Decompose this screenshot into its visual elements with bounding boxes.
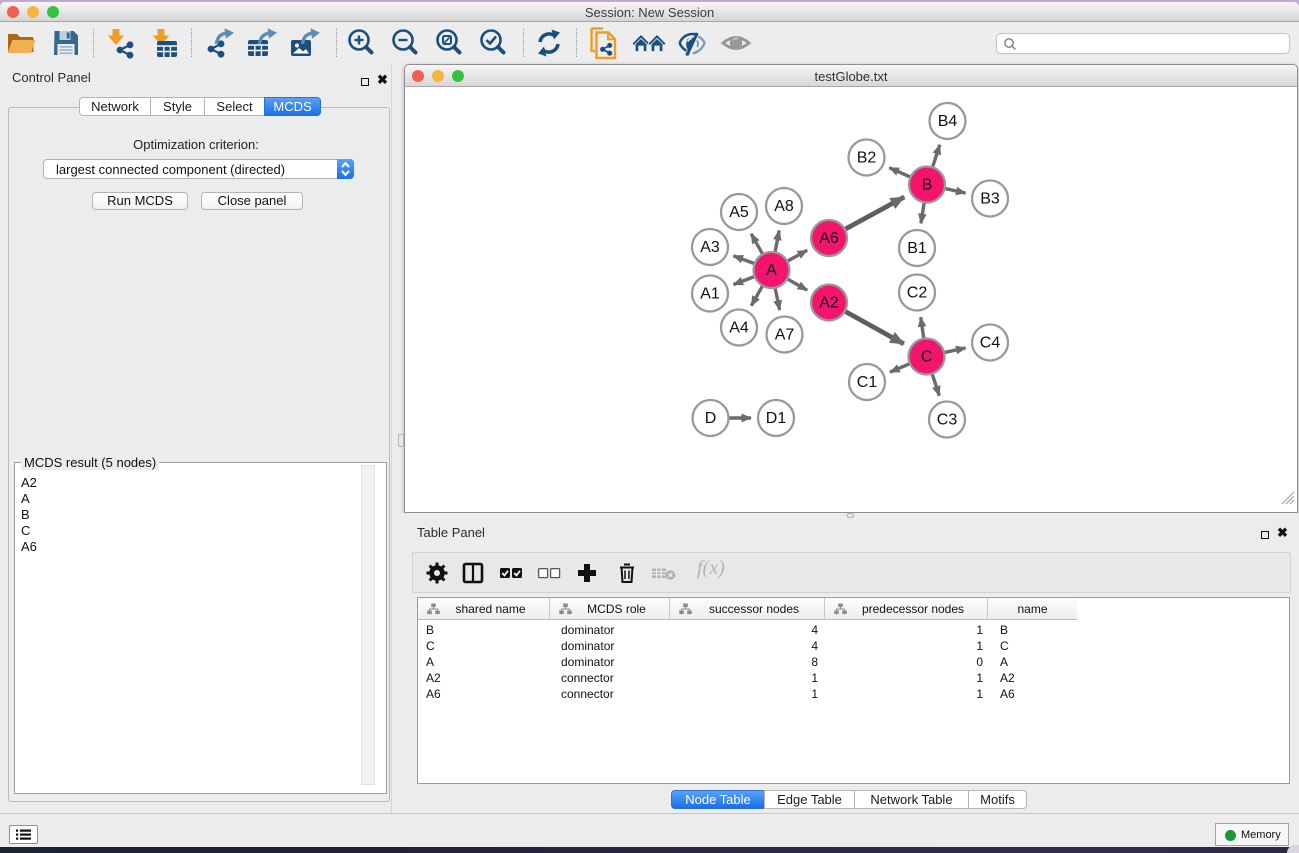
svg-text:C4: C4 xyxy=(980,335,1001,352)
svg-text:A1: A1 xyxy=(700,286,720,303)
svg-text:A7: A7 xyxy=(775,327,795,344)
svg-text:A8: A8 xyxy=(774,198,794,215)
svg-text:C: C xyxy=(921,349,933,366)
svg-text:B1: B1 xyxy=(907,240,927,257)
svg-text:C2: C2 xyxy=(907,285,928,302)
svg-text:C1: C1 xyxy=(857,374,878,391)
svg-text:D1: D1 xyxy=(766,410,787,427)
svg-text:A5: A5 xyxy=(729,204,749,221)
svg-text:A4: A4 xyxy=(729,320,749,337)
svg-text:B2: B2 xyxy=(857,150,877,167)
svg-text:C3: C3 xyxy=(937,412,958,429)
svg-text:B3: B3 xyxy=(980,191,1000,208)
svg-text:B: B xyxy=(922,177,933,194)
svg-text:D: D xyxy=(705,410,717,427)
svg-text:A3: A3 xyxy=(700,239,720,256)
svg-text:A2: A2 xyxy=(819,295,839,312)
svg-text:A6: A6 xyxy=(819,230,839,247)
svg-text:B4: B4 xyxy=(938,113,958,130)
svg-text:A: A xyxy=(766,262,777,279)
